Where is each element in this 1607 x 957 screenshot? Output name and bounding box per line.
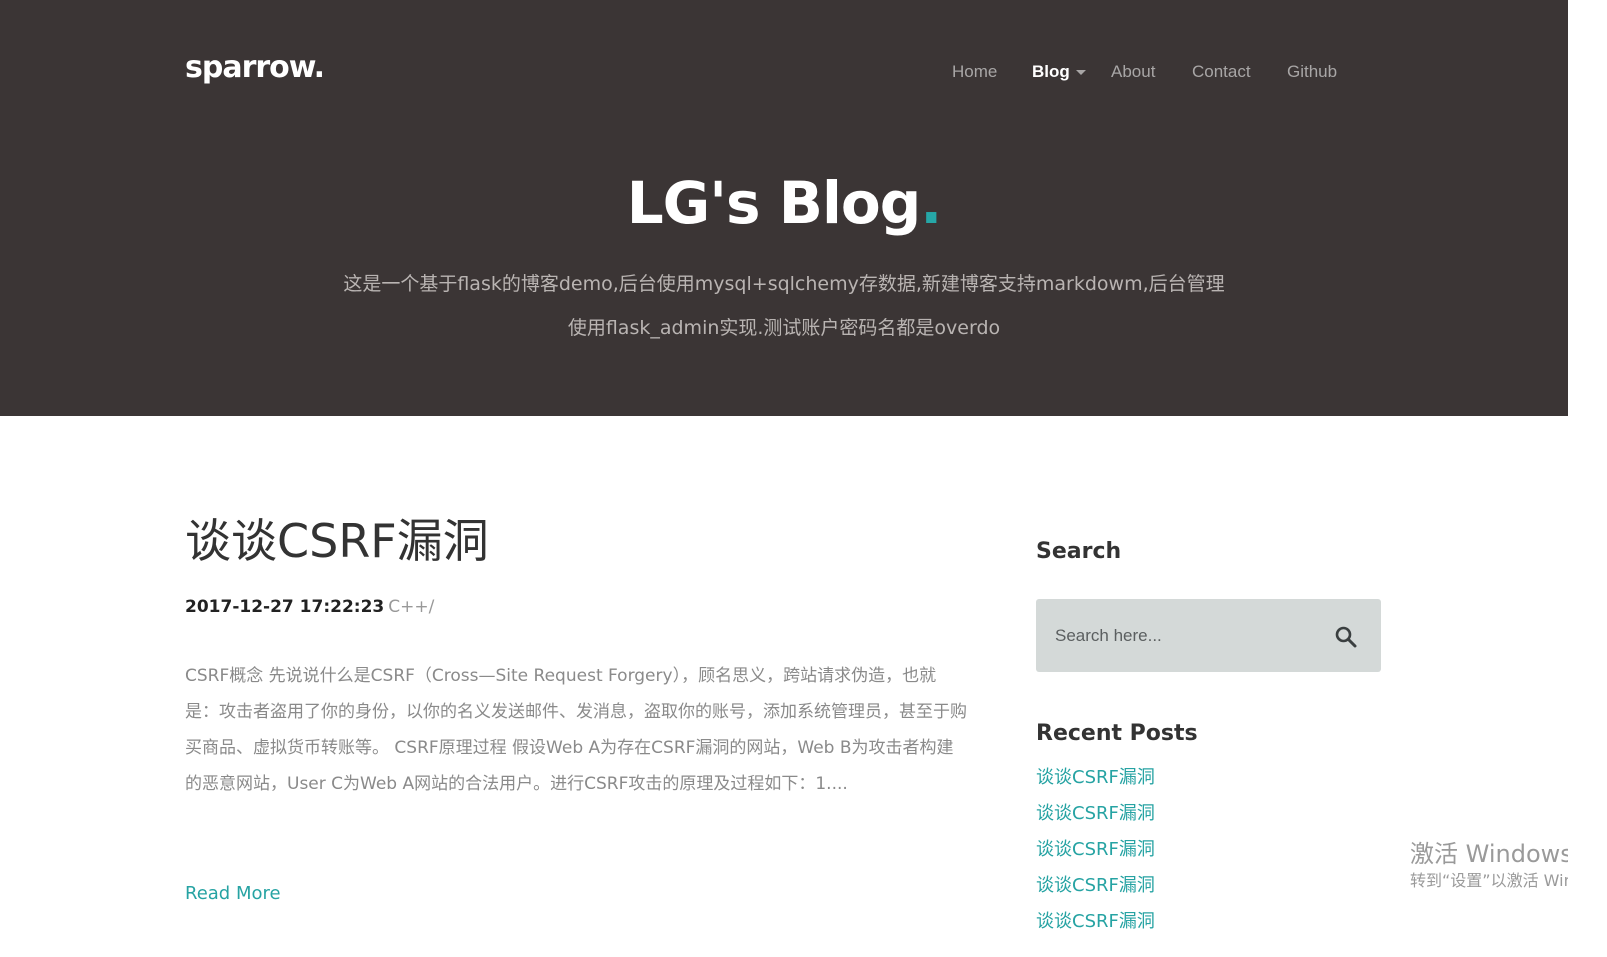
chevron-down-icon — [1075, 70, 1086, 76]
recent-posts-list: 谈谈CSRF漏洞 谈谈CSRF漏洞 谈谈CSRF漏洞 谈谈CSRF漏洞 谈谈CS… — [1036, 760, 1155, 940]
nav-item-blog-label: Blog — [1032, 62, 1070, 81]
recent-post-link[interactable]: 谈谈CSRF漏洞 — [1036, 796, 1155, 832]
hero-description: 这是一个基于flask的博客demo,后台使用mysql+sqlchemy存数据… — [343, 273, 1225, 339]
post-date: 2017-12-27 17:22:23 — [185, 597, 385, 617]
recent-post-link[interactable]: 谈谈CSRF漏洞 — [1036, 868, 1155, 904]
hero-header: sparrow. Home Blog About Contact Github … — [0, 0, 1607, 416]
recent-posts-heading: Recent Posts — [1036, 721, 1198, 746]
hero-title-dot: . — [920, 169, 942, 237]
search-box — [1036, 599, 1381, 672]
recent-post-link[interactable]: 谈谈CSRF漏洞 — [1036, 832, 1155, 868]
nav-item-github[interactable]: Github — [1287, 60, 1337, 84]
recent-post-link[interactable]: 谈谈CSRF漏洞 — [1036, 904, 1155, 940]
hero-title-text: LG's Blog — [626, 169, 921, 237]
nav-item-blog[interactable]: Blog — [1032, 60, 1086, 84]
recent-post-link[interactable]: 谈谈CSRF漏洞 — [1036, 760, 1155, 796]
page-right-edge — [1568, 0, 1607, 957]
nav-item-about[interactable]: About — [1111, 60, 1155, 84]
read-more-link[interactable]: Read More — [185, 880, 281, 908]
hero-title: LG's Blog. — [0, 163, 1568, 243]
nav-item-home[interactable]: Home — [952, 60, 997, 84]
post-title[interactable]: 谈谈CSRF漏洞 — [185, 510, 489, 572]
site-logo[interactable]: sparrow. — [185, 48, 325, 88]
post-excerpt: CSRF概念 先说说什么是CSRF（Cross—Site Request For… — [185, 666, 967, 794]
search-heading: Search — [1036, 539, 1122, 564]
post-category[interactable]: C++/ — [388, 597, 434, 617]
search-input[interactable] — [1036, 599, 1316, 672]
search-icon[interactable] — [1334, 625, 1358, 649]
nav-item-contact[interactable]: Contact — [1192, 60, 1251, 84]
post-meta: 2017-12-27 17:22:23 C++/ — [185, 595, 434, 619]
